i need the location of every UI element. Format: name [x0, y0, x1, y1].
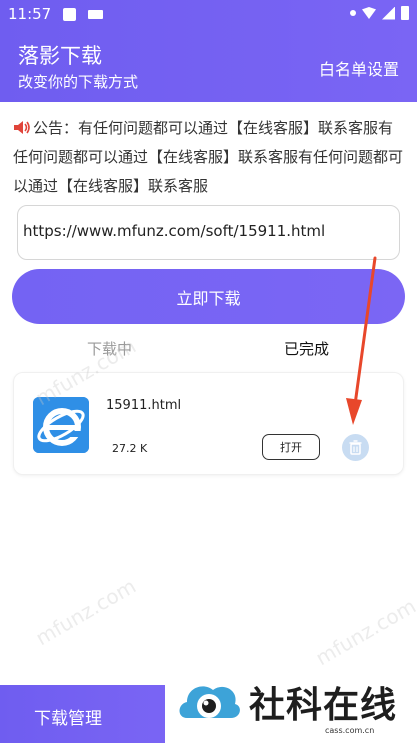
file-list-item: 15911.html 27.2 K 打开: [13, 372, 404, 475]
file-size: 27.2 K: [112, 442, 148, 455]
speaker-icon: [13, 120, 31, 135]
bottom-nav[interactable]: 下载管理: [0, 685, 170, 743]
tab-downloading[interactable]: 下载中: [87, 338, 132, 359]
url-field-container[interactable]: [17, 205, 400, 260]
keyboard-icon: [88, 10, 103, 19]
trash-icon: [349, 440, 362, 455]
watermark-text: mfunz.com: [311, 593, 417, 671]
delete-button[interactable]: [342, 434, 369, 461]
ie-icon: [33, 397, 89, 453]
url-input[interactable]: [23, 222, 393, 240]
watermark-logo: 社科在线 cass.com.cn: [165, 662, 417, 743]
app-subtitle: 改变你的下载方式: [18, 73, 139, 91]
cloud-eye-icon: [179, 686, 240, 718]
app-header: 11:57 落影下载 改变你的下载方式 白名单设置: [0, 0, 417, 102]
status-icons: [350, 6, 409, 20]
download-now-button[interactable]: 立即下载: [12, 269, 405, 324]
watermark-domain: cass.com.cn: [325, 726, 375, 735]
watermark-logo-text: 社科在线: [249, 685, 398, 726]
whitelist-settings-button[interactable]: 白名单设置: [319, 56, 399, 80]
announcement-text: 公告：有任何问题都可以通过【在线客服】联系客服有任何问题都可以通过【在线客服】联…: [13, 119, 404, 195]
announcement: 公告：有任何问题都可以通过【在线客服】联系客服有任何问题都可以通过【在线客服】联…: [13, 114, 403, 201]
watermark-text: mfunz.com: [31, 573, 140, 651]
tab-completed[interactable]: 已完成: [284, 338, 329, 359]
signal-icon: [382, 6, 395, 20]
bottom-nav-download-manager[interactable]: 下载管理: [34, 704, 102, 729]
app-title: 落影下载: [18, 44, 102, 68]
file-name: 15911.html: [106, 398, 182, 413]
status-time: 11:57: [8, 5, 52, 23]
wifi-icon: [362, 7, 376, 19]
notification-dot-icon: [350, 10, 356, 16]
status-bar: 11:57: [0, 0, 417, 30]
open-button[interactable]: 打开: [262, 434, 320, 460]
app-notification-icon: [63, 8, 76, 21]
battery-icon: [401, 6, 409, 20]
